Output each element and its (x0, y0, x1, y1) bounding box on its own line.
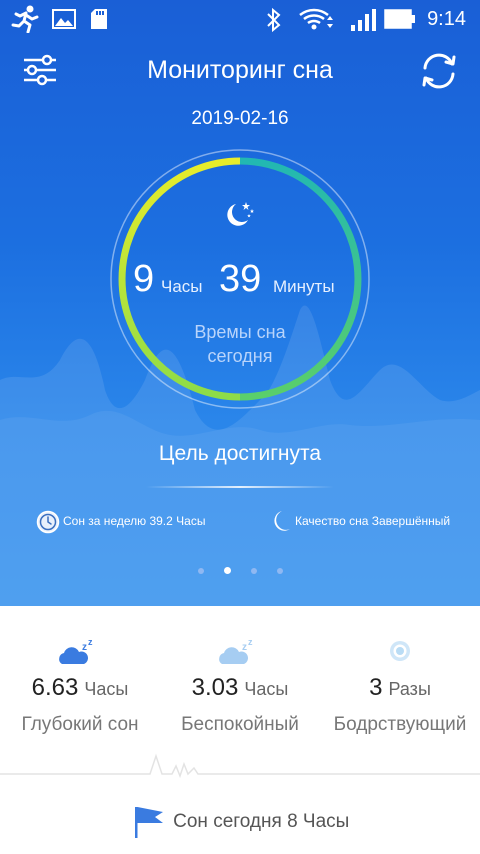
stat-value-row: 3 Разы (320, 674, 480, 702)
ring-caption-line2: сегодня (207, 346, 273, 366)
deep-sleep-unit: Часы (84, 679, 129, 699)
status-bar: 9:14 (0, 0, 480, 40)
page-dot[interactable] (250, 567, 257, 574)
battery-icon (384, 9, 415, 29)
sleep-minutes-value: 39 (219, 258, 262, 300)
svg-text:z: z (82, 642, 87, 653)
deep-sleep-cloud-icon: z z (59, 637, 93, 664)
svg-text:z: z (242, 642, 247, 653)
moon-stars-icon (227, 202, 254, 226)
flag-icon (134, 807, 163, 838)
light-sleep-value: 3.03 (191, 674, 239, 701)
gallery-notification-icon (52, 9, 76, 29)
light-sleep-label: Беспокойный (181, 714, 299, 735)
svg-text:z: z (88, 637, 93, 647)
status-time: 9:14 (427, 8, 466, 30)
page-title: Мониторинг сна (147, 56, 333, 84)
svg-text:z: z (248, 637, 253, 647)
sleep-quality-text: Качество сна Завершённый (295, 514, 451, 528)
page-dot[interactable] (197, 567, 204, 574)
light-sleep-unit: Часы (244, 679, 289, 699)
pulse-divider (0, 753, 480, 779)
deep-sleep-label: Глубокий сон (21, 714, 139, 735)
sync-icon[interactable] (416, 48, 462, 94)
awake-icon (390, 641, 410, 661)
crescent-moon-icon (274, 511, 290, 531)
deep-sleep-value: 6.63 (31, 674, 79, 701)
goal-status: Цель достигнута (158, 442, 322, 465)
ring-caption-line1: Времы сна (194, 322, 286, 342)
stat-value-row: 6.63 Часы (0, 674, 160, 702)
light-sleep-cloud-icon: z z (219, 637, 253, 664)
sleep-minutes-unit: Минуты (273, 277, 335, 296)
page-dot[interactable] (223, 567, 231, 575)
weekly-sleep-text: Сон за неделю 39.2 Часы (63, 514, 206, 528)
goal-divider (146, 486, 334, 488)
sleep-hours-unit: Часы (161, 277, 203, 296)
sleep-hours-value: 9 (133, 258, 155, 300)
running-app-icon (11, 5, 39, 33)
sd-card-icon (91, 9, 107, 29)
page-dot[interactable] (276, 567, 283, 574)
daily-goal[interactable]: Сон сегодня 8 Часы (0, 804, 480, 840)
sleep-summary-panel: 9:14 Мониторинг сна 2019-02-16 9 Часы 39… (0, 0, 480, 606)
awake-value: 3 (369, 674, 383, 701)
daily-goal-text: Сон сегодня 8 Часы (173, 811, 350, 832)
stat-value-row: 3.03 Часы (160, 674, 320, 702)
page-indicator (0, 562, 480, 580)
awake-unit: Разы (388, 679, 431, 699)
wifi-icon (299, 8, 333, 30)
bluetooth-icon (267, 7, 281, 33)
sleep-stats-panel: z z 6.63 Часы Глубокий сон z z 3.03 Часы Б… (0, 606, 480, 854)
ring-caption: Времы сна сегодня (170, 320, 310, 368)
awake-label: Бодрствующий (333, 714, 467, 735)
selected-date[interactable]: 2019-02-16 (0, 108, 480, 130)
signal-icon (351, 9, 376, 31)
clock-icon (36, 510, 60, 534)
